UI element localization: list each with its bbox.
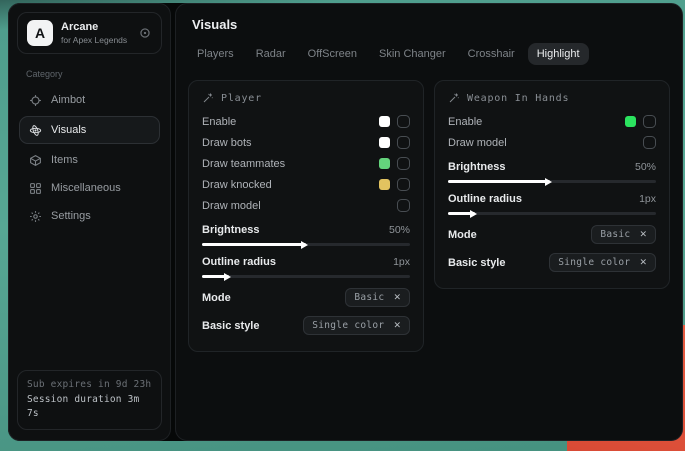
page-title: Visuals — [176, 4, 682, 41]
checkbox[interactable] — [397, 157, 410, 170]
color-swatch[interactable] — [379, 137, 390, 148]
cube-icon — [29, 154, 42, 167]
crosshair-icon — [29, 94, 42, 107]
toggle-row-draw-model: Draw model — [202, 195, 410, 216]
checkbox[interactable] — [643, 115, 656, 128]
atom-icon — [29, 124, 42, 137]
checkbox[interactable] — [643, 136, 656, 149]
toggle-row-draw-model: Draw model — [448, 132, 656, 153]
panels-container: Player Enable Draw bots — [176, 73, 682, 359]
tab-skin-changer[interactable]: Skin Changer — [370, 43, 455, 65]
app-logo: A — [27, 20, 53, 46]
subscription-info-box: Sub expires in 9d 23h Session duration 3… — [17, 370, 162, 430]
brightness-slider-block: Brightness 50% — [448, 158, 656, 183]
mode-select-row: Mode Basic ✕ — [448, 222, 656, 247]
sidebar-item-label: Miscellaneous — [51, 182, 121, 194]
sidebar-item-label: Settings — [51, 210, 91, 222]
grid-icon — [29, 182, 42, 195]
slider-thumb[interactable] — [301, 241, 312, 249]
sidebar-item-label: Aimbot — [51, 94, 85, 106]
sidebar-item-label: Items — [51, 154, 78, 166]
panel-title: Weapon In Hands — [467, 93, 569, 104]
slider[interactable] — [448, 212, 656, 215]
sidebar-item-miscellaneous[interactable]: Miscellaneous — [19, 176, 160, 200]
close-icon[interactable]: ✕ — [639, 257, 647, 268]
checkbox[interactable] — [397, 136, 410, 149]
mode-select-row: Mode Basic ✕ — [202, 285, 410, 310]
session-duration-text: Session duration 3m 7s — [27, 393, 152, 422]
tab-highlight[interactable]: Highlight — [528, 43, 589, 65]
sidebar: A Arcane for Apex Legends Category Aimbo — [8, 3, 171, 441]
brightness-slider-block: Brightness 50% — [202, 221, 410, 246]
sidebar-item-items[interactable]: Items — [19, 148, 160, 172]
sidebar-item-visuals[interactable]: Visuals — [19, 116, 160, 144]
gear-icon — [29, 210, 42, 223]
wand-icon — [202, 92, 214, 104]
slider-thumb[interactable] — [470, 210, 481, 218]
color-swatch[interactable] — [379, 179, 390, 190]
toggle-row-draw-bots: Draw bots — [202, 132, 410, 153]
slider-value: 1px — [639, 193, 656, 205]
basic-style-tag[interactable]: Single color ✕ — [549, 253, 656, 272]
sub-expires-text: Sub expires in 9d 23h — [27, 378, 152, 393]
toggle-row-enable: Enable — [448, 111, 656, 132]
panel-title: Player — [221, 93, 262, 104]
sidebar-item-settings[interactable]: Settings — [19, 204, 160, 228]
sidebar-item-label: Visuals — [51, 124, 86, 136]
category-label: Category — [26, 69, 153, 79]
player-panel: Player Enable Draw bots — [188, 80, 424, 352]
slider[interactable] — [448, 180, 656, 183]
wand-icon — [448, 92, 460, 104]
slider-thumb[interactable] — [224, 273, 235, 281]
color-swatch[interactable] — [379, 116, 390, 127]
target-icon[interactable] — [138, 26, 152, 40]
tab-radar[interactable]: Radar — [247, 43, 295, 65]
tab-offscreen[interactable]: OffScreen — [299, 43, 366, 65]
color-swatch[interactable] — [625, 116, 636, 127]
outline-radius-slider-block: Outline radius 1px — [202, 253, 410, 278]
checkbox[interactable] — [397, 115, 410, 128]
toggle-row-draw-teammates: Draw teammates — [202, 153, 410, 174]
slider-thumb[interactable] — [545, 178, 556, 186]
sidebar-item-aimbot[interactable]: Aimbot — [19, 88, 160, 112]
slider-value: 50% — [389, 224, 410, 236]
close-icon[interactable]: ✕ — [393, 320, 401, 331]
mode-tag[interactable]: Basic ✕ — [591, 225, 656, 244]
sidebar-header: A Arcane for Apex Legends — [17, 12, 162, 54]
app-name: Arcane — [61, 21, 130, 35]
tab-bar: Players Radar OffScreen Skin Changer Cro… — [176, 41, 682, 73]
toggle-row-enable: Enable — [202, 111, 410, 132]
checkbox[interactable] — [397, 199, 410, 212]
basic-style-select-row: Basic style Single color ✕ — [202, 313, 410, 338]
weapon-in-hands-panel: Weapon In Hands Enable Draw model — [434, 80, 670, 289]
main-panel: Visuals Players Radar OffScreen Skin Cha… — [175, 3, 683, 441]
checkbox[interactable] — [397, 178, 410, 191]
slider[interactable] — [202, 275, 410, 278]
mode-tag[interactable]: Basic ✕ — [345, 288, 410, 307]
slider-value: 50% — [635, 161, 656, 173]
app-subtitle: for Apex Legends — [61, 35, 130, 46]
color-swatch[interactable] — [379, 158, 390, 169]
outline-radius-slider-block: Outline radius 1px — [448, 190, 656, 215]
basic-style-select-row: Basic style Single color ✕ — [448, 250, 656, 275]
toggle-row-draw-knocked: Draw knocked — [202, 174, 410, 195]
close-icon[interactable]: ✕ — [393, 292, 401, 303]
slider[interactable] — [202, 243, 410, 246]
tab-players[interactable]: Players — [188, 43, 243, 65]
tab-crosshair[interactable]: Crosshair — [459, 43, 524, 65]
overlay-window: A Arcane for Apex Legends Category Aimbo — [8, 3, 681, 441]
close-icon[interactable]: ✕ — [639, 229, 647, 240]
slider-value: 1px — [393, 256, 410, 268]
basic-style-tag[interactable]: Single color ✕ — [303, 316, 410, 335]
